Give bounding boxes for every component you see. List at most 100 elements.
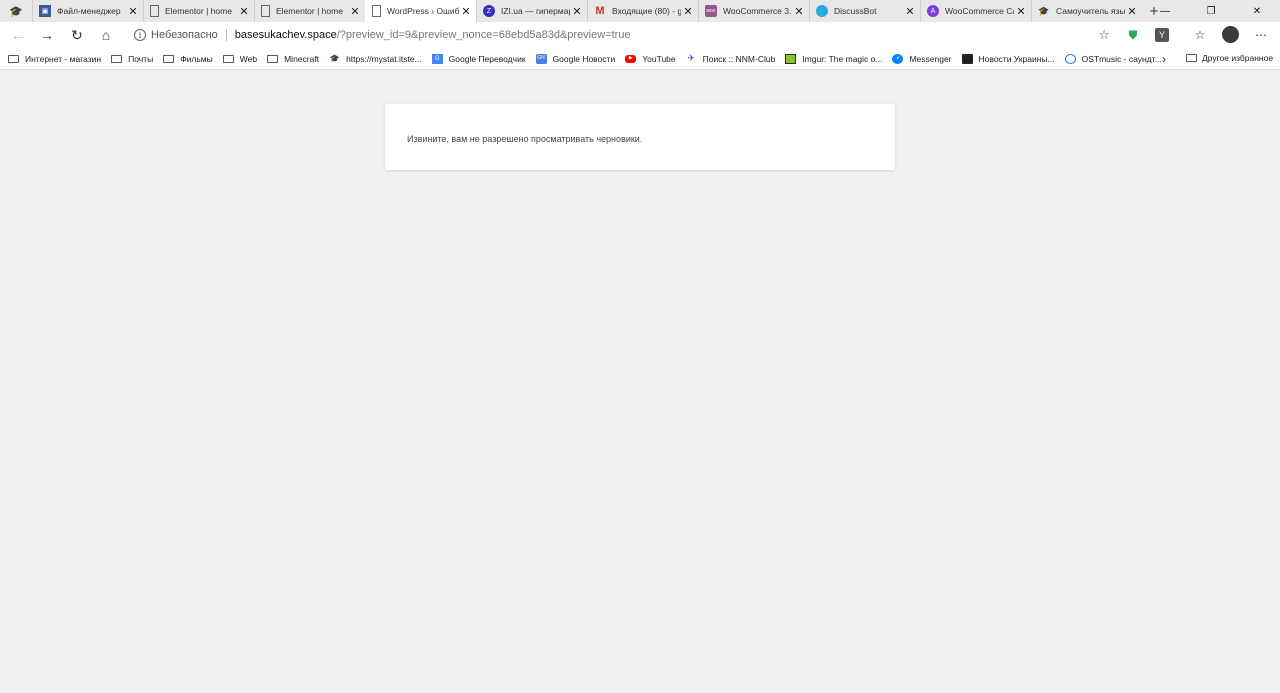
bookmarks-bar: Интернет - магазин Почты Фильмы Web Mine… (0, 48, 1280, 70)
bookmark-item[interactable]: Новости Украины... (961, 53, 1055, 64)
bookmark-item[interactable]: 🎓 https://mystat.itste... (329, 54, 422, 64)
tab[interactable]: Elementor | home ✕ (254, 0, 365, 22)
favorites-icon[interactable]: ☆ (1193, 28, 1207, 42)
folder-icon (8, 54, 19, 63)
woocommerce-a-icon: A (927, 5, 939, 17)
tab-title: Входящие (80) - gmail (612, 6, 681, 16)
chevron-right-icon[interactable]: › (1162, 52, 1166, 66)
tab[interactable]: A WooCommerce Cart ✕ (920, 0, 1031, 22)
close-icon[interactable]: ✕ (681, 5, 695, 18)
bookmark-label: Imgur: The magic o... (802, 53, 883, 64)
bookmark-item[interactable]: Web (222, 53, 258, 64)
info-icon[interactable]: i (134, 29, 146, 41)
tab-title: IZI.ua — гипермаркет (501, 6, 570, 16)
tab-active[interactable]: WordPress › Ошибка ✕ (365, 0, 476, 22)
close-icon[interactable]: ✕ (903, 5, 917, 18)
news-icon (961, 53, 973, 64)
bookmark-item[interactable]: G Google Переводчик (431, 53, 526, 64)
bookmark-label: OSTmusic - саундт... (1081, 53, 1162, 64)
bookmark-label: Minecraft (284, 53, 320, 64)
bookmark-item[interactable]: Почты (111, 54, 153, 64)
folder-icon (222, 54, 234, 63)
page-icon (150, 5, 159, 17)
tab[interactable]: woo WooCommerce 3.5 ✕ (698, 0, 809, 22)
bookmark-item[interactable]: ✈ Поиск :: NNM-Club (686, 53, 775, 64)
tab[interactable]: Z IZI.ua — гипермаркет ✕ (476, 0, 587, 22)
close-icon[interactable]: ✕ (459, 5, 473, 18)
security-label: Небезопасно (151, 29, 218, 41)
separator (225, 29, 227, 41)
close-icon[interactable]: ✕ (237, 5, 251, 18)
bookmark-item[interactable]: ⚡ Messenger (892, 53, 952, 64)
home-button[interactable]: ⌂ (96, 26, 116, 44)
close-icon[interactable]: ✕ (348, 5, 362, 18)
star-icon[interactable]: ☆ (1098, 27, 1110, 43)
page-content: Извините, вам не разрешено просматривать… (0, 71, 1280, 693)
bookmark-label: Фильмы (180, 53, 213, 64)
close-icon[interactable]: ✕ (1014, 5, 1028, 18)
close-icon[interactable]: ✕ (1125, 5, 1139, 18)
nnm-club-icon: ✈ (687, 53, 695, 63)
back-button[interactable]: ← (8, 26, 28, 44)
close-icon[interactable]: ✕ (570, 5, 584, 18)
tab[interactable]: DiscussBot ✕ (809, 0, 920, 22)
minimize-icon[interactable]: — (1142, 0, 1188, 22)
pinned-tab[interactable]: 🎓 (0, 0, 32, 22)
graduation-cap-icon: 🎓 (1038, 5, 1050, 16)
tab-title: DiscussBot (834, 6, 877, 16)
bookmark-item[interactable]: OSTmusic - саундт... (1064, 53, 1162, 64)
bookmark-label: Web (239, 53, 258, 64)
folder-icon (163, 54, 175, 63)
imgur-icon (785, 53, 797, 64)
tab-title: Файл-менеджер (57, 6, 121, 16)
messenger-icon: ⚡ (892, 53, 904, 64)
bookmark-label: Messenger (909, 53, 952, 64)
page-icon (372, 5, 381, 17)
close-icon[interactable]: ✕ (126, 5, 140, 18)
tab[interactable]: 🎓 Самоучитель языка ✕ (1031, 0, 1142, 22)
folder-icon (1186, 54, 1197, 62)
tab[interactable]: ▣ Файл-менеджер ✕ (32, 0, 143, 22)
discussbot-icon (816, 5, 828, 17)
tab-title: Самоучитель языка (1056, 6, 1125, 16)
folder-icon (267, 54, 279, 63)
google-news-icon: GN (535, 53, 547, 64)
refresh-button[interactable]: ↻ (67, 26, 87, 44)
more-icon[interactable]: ⋯ (1254, 28, 1268, 42)
woocommerce-icon: woo (705, 5, 717, 17)
bookmark-label: Интернет - магазин (25, 53, 102, 64)
y-extension-icon[interactable]: Y (1155, 28, 1169, 42)
bookmark-item[interactable]: Интернет - магазин (8, 54, 101, 64)
bookmark-item[interactable]: ▶ YouTube (625, 53, 676, 64)
avatar[interactable] (1222, 26, 1239, 43)
folder-icon (111, 54, 123, 63)
page-icon (261, 5, 270, 17)
tab[interactable]: M Входящие (80) - gmail ✕ (587, 0, 698, 22)
bookmark-item[interactable]: Minecraft (267, 54, 319, 64)
bookmark-item[interactable]: Imgur: The magic o... (785, 53, 883, 64)
tab-strip: 🎓 ▣ Файл-менеджер ✕ Elementor | home ✕ E… (0, 0, 1280, 22)
graduation-cap-icon: 🎓 (9, 5, 23, 18)
address-bar[interactable]: i Небезопасно basesukachev.space /?previ… (126, 24, 1114, 46)
bookmark-label: Почты (128, 53, 154, 64)
graduation-cap-icon: 🎓 (329, 53, 340, 63)
other-bookmarks-label: Другое избранное (1202, 53, 1274, 63)
bookmark-item[interactable]: GN Google Новости (535, 53, 616, 64)
close-window-icon[interactable]: ✕ (1234, 0, 1280, 22)
error-message: Извините, вам не разрешено просматривать… (407, 134, 643, 144)
tab-title: WooCommerce Cart (945, 6, 1014, 16)
bookmark-item[interactable]: Фильмы (163, 54, 213, 64)
shield-icon[interactable]: ⛊ (1126, 28, 1140, 42)
bookmark-label: YouTube (642, 53, 676, 64)
close-icon[interactable]: ✕ (792, 5, 806, 18)
tab[interactable]: Elementor | home ✕ (143, 0, 254, 22)
tab-title: Elementor | home (276, 6, 343, 16)
forward-button[interactable]: → (37, 26, 57, 44)
restore-icon[interactable]: ❐ (1188, 0, 1234, 22)
other-bookmarks[interactable]: Другое избранное (1186, 53, 1273, 63)
file-manager-icon: ▣ (39, 5, 51, 17)
message-box: Извините, вам не разрешено просматривать… (385, 104, 895, 170)
bookmark-label: Google Переводчик (448, 53, 526, 64)
bookmark-label: Новости Украины... (978, 53, 1055, 64)
bookmark-label: Google Новости (552, 53, 616, 64)
